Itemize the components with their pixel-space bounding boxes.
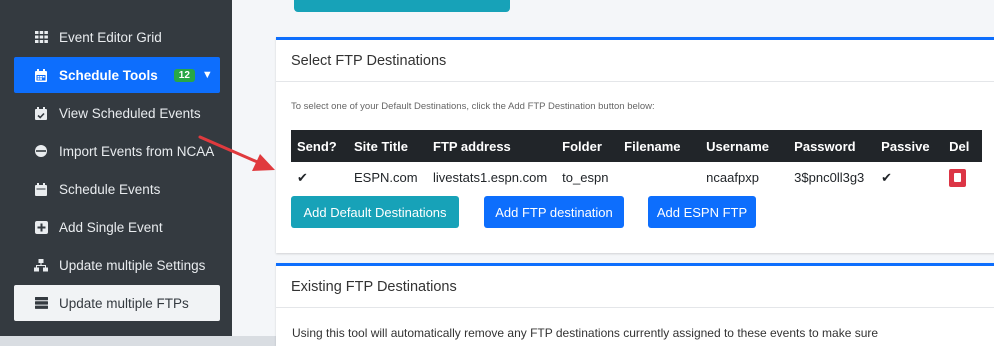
table-header-row: Send? Site Title FTP address Folder File… [291, 130, 983, 162]
sidebar-item-add-single-event[interactable]: Add Single Event [14, 209, 220, 245]
sidebar-item-label: Schedule Events [59, 181, 161, 197]
ftp-table: Send? Site Title FTP address Folder File… [291, 130, 983, 193]
add-espn-ftp-button[interactable]: Add ESPN FTP [648, 196, 756, 228]
info-text: Using this tool will automatically remov… [292, 326, 879, 340]
circle-icon [34, 144, 48, 158]
sidebar-item-schedule-tools[interactable]: Schedule Tools 12 ▼ [14, 57, 220, 93]
top-button[interactable] [294, 0, 510, 12]
column-header: Send? [291, 130, 348, 162]
sidebar-item-update-multiple-ftps[interactable]: Update multiple FTPs [14, 285, 220, 321]
calendar-icon [34, 68, 48, 82]
sidebar-item-schedule-events[interactable]: Schedule Events [14, 171, 220, 207]
column-header: Username [700, 130, 789, 162]
column-header: Password [788, 130, 876, 162]
column-header: FTP address [427, 130, 557, 162]
column-header: Site Title [348, 130, 427, 162]
sidebar-item-label: Update multiple Settings [59, 257, 206, 273]
column-header: Filename [618, 130, 701, 162]
sidebar-item-view-scheduled-events[interactable]: View Scheduled Events [14, 95, 220, 131]
select-ftp-card: Select FTP Destinations To select one of… [276, 37, 994, 253]
column-header: Folder [556, 130, 619, 162]
sidebar-item-label: Import Events from NCAA [59, 143, 215, 159]
plus-square-icon [34, 220, 48, 234]
trash-icon[interactable] [949, 168, 967, 187]
sidebar-item-import-events[interactable]: Import Events from NCAA [14, 133, 220, 169]
sidebar-item-label: View Scheduled Events [59, 105, 201, 121]
sidebar-item-label: Update multiple FTPs [59, 295, 189, 311]
sidebar-item-update-multiple-settings[interactable]: Update multiple Settings [14, 247, 220, 283]
filename-cell [618, 162, 701, 193]
send-check[interactable]: ✔ [291, 162, 348, 193]
password-cell: 3$pnc0ll3g3 [788, 162, 876, 193]
sitemap-icon [34, 258, 48, 272]
count-badge: 12 [173, 68, 195, 82]
sidebar: Event Editor Grid Schedule Tools 12 ▼ Vi… [0, 0, 232, 336]
existing-ftp-card: Existing FTP Destinations Using this too… [276, 263, 994, 346]
passive-check: ✔ [875, 162, 944, 193]
username-cell: ncaafpxp [700, 162, 789, 193]
site-title-cell: ESPN.com [348, 162, 427, 193]
card-title: Existing FTP Destinations [276, 266, 994, 308]
calendar-icon [34, 182, 48, 196]
sidebar-item-label: Add Single Event [59, 219, 163, 235]
grid-icon [34, 30, 48, 44]
server-icon [34, 296, 48, 310]
main-content: Select FTP Destinations To select one of… [232, 0, 994, 346]
calendar-check-icon [34, 106, 48, 120]
delete-cell [943, 162, 983, 193]
folder-cell: to_espn [556, 162, 619, 193]
sidebar-item-label: Event Editor Grid [59, 29, 162, 45]
sidebar-item-label: Schedule Tools [59, 67, 158, 83]
add-ftp-destination-button[interactable]: Add FTP destination [484, 196, 624, 228]
instruction-text: To select one of your Default Destinatio… [291, 101, 655, 112]
column-header: Del [943, 130, 983, 162]
table-row: ✔ ESPN.com livestats1.espn.com to_espn n… [291, 162, 983, 193]
card-title: Select FTP Destinations [276, 40, 994, 82]
add-default-destinations-button[interactable]: Add Default Destinations [291, 196, 459, 228]
ftp-address-cell: livestats1.espn.com [427, 162, 557, 193]
chevron-down-icon: ▼ [201, 69, 213, 81]
column-header: Passive [875, 130, 944, 162]
sidebar-item-event-editor-grid[interactable]: Event Editor Grid [14, 19, 220, 55]
